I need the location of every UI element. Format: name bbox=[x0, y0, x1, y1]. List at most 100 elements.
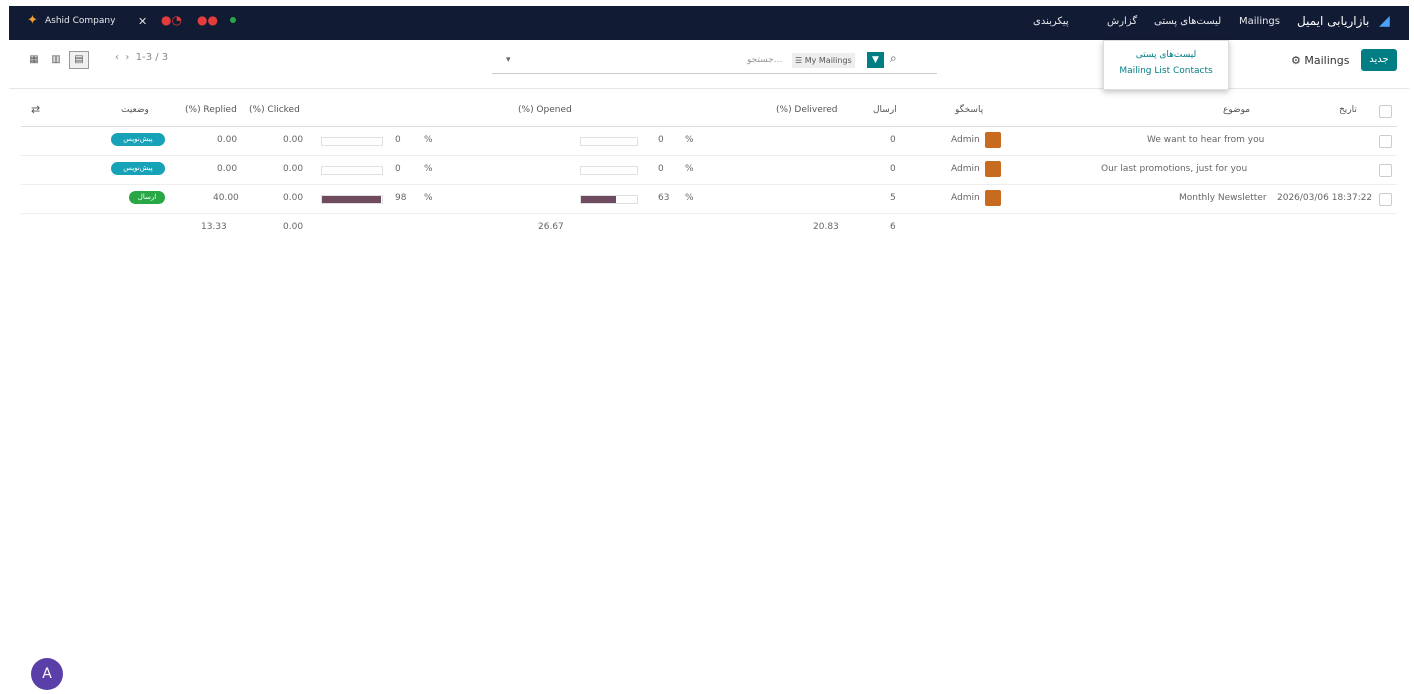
company-logo-icon: ✦ bbox=[27, 13, 38, 28]
table-row[interactable]: 2026/03/06 18:37:22 Monthly Newsletter A… bbox=[21, 184, 1397, 214]
cell-subject: We want to hear from you bbox=[1147, 135, 1265, 145]
company-switcher[interactable]: Ashid Company bbox=[45, 16, 115, 26]
clicked-progressbar bbox=[321, 195, 383, 204]
search-icon[interactable]: ⌕ bbox=[890, 51, 897, 66]
cell-date: 2026/03/06 18:37:22 bbox=[1277, 193, 1373, 203]
status-badge: پیش‌نویس bbox=[111, 162, 165, 175]
new-button[interactable]: جدید bbox=[1361, 49, 1397, 71]
cell-clicked-pct: 98 bbox=[395, 193, 407, 203]
clicked-progressbar bbox=[321, 166, 383, 175]
app-window: ◢ بازاریابی ایمیل Mailings لیست‌های پستی… bbox=[9, 6, 1409, 694]
cell-opened: 0 bbox=[658, 135, 664, 145]
col-opened[interactable]: (%) Opened bbox=[518, 105, 572, 115]
clicked-progress-fill bbox=[322, 196, 381, 203]
cell-sent: 0 bbox=[890, 164, 896, 174]
mailing-lists-dropdown: لیست‌های پستی Mailing List Contacts bbox=[1103, 40, 1229, 90]
col-clicked[interactable]: (%) Clicked bbox=[249, 105, 300, 115]
app-title[interactable]: بازاریابی ایمیل bbox=[1297, 14, 1369, 28]
app-logo-icon: ◢ bbox=[1379, 13, 1390, 29]
optional-columns-toggle-icon[interactable]: ⇄ bbox=[31, 103, 40, 116]
cell-sent: 5 bbox=[890, 193, 896, 203]
total-opened: 26.67 bbox=[538, 222, 564, 232]
cell-opened: 0 bbox=[658, 164, 664, 174]
cell-subject: Monthly Newsletter bbox=[1179, 193, 1267, 203]
opened-progressbar bbox=[580, 195, 638, 204]
dropdown-item-mailing-lists[interactable]: لیست‌های پستی bbox=[1104, 47, 1228, 63]
percent-symbol: % bbox=[424, 135, 433, 145]
cell-clicked-pct: 0 bbox=[395, 164, 401, 174]
cell-clicked: 0.00 bbox=[283, 164, 304, 174]
percent-symbol: % bbox=[685, 135, 694, 145]
cell-responsible: Admin bbox=[951, 164, 980, 174]
cell-replied: 40.00 bbox=[213, 193, 239, 203]
cell-responsible: Admin bbox=[951, 193, 980, 203]
col-subject[interactable]: موضوع bbox=[1223, 105, 1250, 115]
table-header: تاریخ موضوع پاسخگو ارسال (%) Delivered (… bbox=[21, 96, 1397, 127]
col-sent[interactable]: ارسال bbox=[873, 105, 897, 115]
debug-tools-icon[interactable]: ✕ bbox=[138, 15, 147, 28]
status-dot-icon bbox=[230, 17, 236, 23]
pager-value[interactable]: 1-3 / 3 bbox=[136, 52, 168, 63]
row-checkbox[interactable] bbox=[1379, 135, 1392, 148]
list-view-icon[interactable]: ▤ bbox=[69, 51, 89, 69]
top-navbar: ◢ بازاریابی ایمیل Mailings لیست‌های پستی… bbox=[9, 6, 1409, 40]
messages-icon[interactable]: ●● bbox=[197, 13, 218, 27]
pager-prev-icon[interactable]: ‹ bbox=[115, 52, 119, 63]
search-facet-my-mailings[interactable]: ☰ My Mailings bbox=[792, 53, 855, 68]
menu-mailing-lists[interactable]: لیست‌های پستی bbox=[1154, 16, 1221, 27]
col-status[interactable]: وضعیت bbox=[121, 105, 149, 115]
avatar bbox=[985, 161, 1001, 177]
avatar bbox=[985, 132, 1001, 148]
col-delivered[interactable]: (%) Delivered bbox=[776, 105, 838, 115]
cell-clicked-pct: 0 bbox=[395, 135, 401, 145]
clicked-progressbar bbox=[321, 137, 383, 146]
menu-configuration[interactable]: پیکربندی bbox=[1033, 16, 1069, 27]
search-bar[interactable]: ▾ جستجو... ☰ My Mailings ▼ ⌕ bbox=[492, 49, 937, 74]
calendar-view-icon[interactable]: ▦ bbox=[25, 52, 43, 68]
percent-symbol: % bbox=[424, 164, 433, 174]
total-clicked: 0.00 bbox=[283, 222, 304, 232]
kanban-view-icon[interactable]: ▥ bbox=[47, 52, 65, 68]
filter-toggle-icon[interactable]: ▼ bbox=[867, 52, 884, 68]
row-checkbox[interactable] bbox=[1379, 164, 1392, 177]
cell-clicked: 0.00 bbox=[283, 135, 304, 145]
col-responsible[interactable]: پاسخگو bbox=[955, 105, 983, 115]
search-options-caret-icon[interactable]: ▾ bbox=[506, 55, 511, 65]
col-date[interactable]: تاریخ bbox=[1339, 105, 1357, 115]
cell-replied: 0.00 bbox=[217, 135, 238, 145]
search-input[interactable]: جستجو... bbox=[747, 55, 782, 65]
total-sent: 6 bbox=[890, 222, 896, 232]
percent-symbol: % bbox=[685, 164, 694, 174]
total-replied: 13.33 bbox=[201, 222, 227, 232]
select-all-checkbox[interactable] bbox=[1379, 105, 1392, 118]
cell-replied: 0.00 bbox=[217, 164, 238, 174]
pager: ‹ › 1-3 / 3 bbox=[115, 52, 168, 63]
facet-label: My Mailings bbox=[804, 56, 852, 65]
user-avatar[interactable]: A bbox=[31, 658, 63, 690]
total-delivered: 20.83 bbox=[813, 222, 839, 232]
opened-progressbar bbox=[580, 137, 638, 146]
percent-symbol: % bbox=[685, 193, 694, 203]
view-switcher: ▦ ▥ ▤ bbox=[25, 51, 93, 69]
activity-icon[interactable]: ●◔ bbox=[161, 13, 182, 27]
status-badge: ارسال bbox=[129, 191, 165, 204]
cell-opened: 63 bbox=[658, 193, 670, 203]
table-row[interactable]: We want to hear from you Admin 0 0 % 0.0… bbox=[21, 126, 1397, 156]
table-row[interactable]: Our last promotions, just for you Admin … bbox=[21, 155, 1397, 185]
menu-reporting[interactable]: گزارش bbox=[1107, 16, 1137, 27]
opened-progress-fill bbox=[581, 196, 617, 203]
filter-icon: ☰ bbox=[795, 56, 805, 65]
status-badge: پیش‌نویس bbox=[111, 133, 165, 146]
breadcrumb[interactable]: ⚙ Mailings bbox=[1291, 54, 1349, 67]
breadcrumb-label: Mailings bbox=[1304, 54, 1350, 67]
opened-progressbar bbox=[580, 166, 638, 175]
cell-responsible: Admin bbox=[951, 135, 980, 145]
gear-icon[interactable]: ⚙ bbox=[1291, 54, 1304, 67]
dropdown-item-mailing-list-contacts[interactable]: Mailing List Contacts bbox=[1104, 63, 1228, 79]
avatar bbox=[985, 190, 1001, 206]
cell-sent: 0 bbox=[890, 135, 896, 145]
pager-next-icon[interactable]: › bbox=[125, 52, 129, 63]
col-replied[interactable]: (%) Replied bbox=[185, 105, 237, 115]
menu-mailings[interactable]: Mailings bbox=[1239, 16, 1280, 27]
row-checkbox[interactable] bbox=[1379, 193, 1392, 206]
